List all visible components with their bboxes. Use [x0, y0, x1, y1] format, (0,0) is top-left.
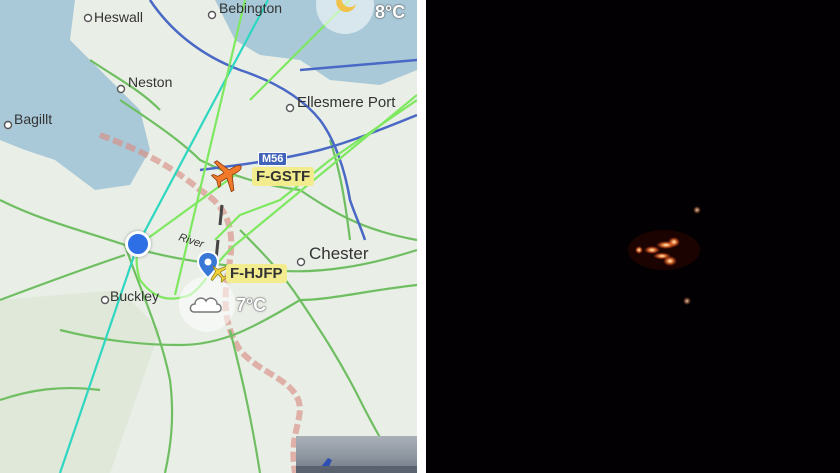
- place-neston: Neston: [128, 74, 172, 90]
- airplane-icon: [210, 160, 242, 192]
- aircraft-marker-f-gstf[interactable]: [207, 156, 249, 192]
- night-sky-photo: [426, 0, 840, 473]
- place-bebington: Bebington: [219, 0, 282, 16]
- map-canvas[interactable]: Heswall Bebington Neston Ellesmere Port …: [0, 0, 417, 473]
- motorway-shield-m56: M56: [258, 152, 288, 166]
- weather-temp-top: 8°C: [375, 2, 406, 22]
- flight-label-f-hjfp[interactable]: F-HJFP: [226, 264, 287, 283]
- flight-map[interactable]: Heswall Bebington Neston Ellesmere Port …: [0, 0, 417, 473]
- light-blob: [663, 256, 677, 266]
- place-chester: Chester: [309, 244, 369, 263]
- place-ellesmere-port: Ellesmere Port: [297, 94, 396, 111]
- weather-bubble-top[interactable]: [316, 0, 374, 34]
- weather-temp-lower: 7°C: [236, 295, 267, 315]
- light-streak: [644, 246, 660, 254]
- place-heswall: Heswall: [94, 9, 143, 25]
- light-point: [635, 246, 643, 254]
- light-blob: [668, 237, 680, 247]
- night-sky-lights: [426, 0, 840, 473]
- aircraft-photo-image: [296, 458, 417, 473]
- place-bagillt: Bagillt: [14, 111, 52, 127]
- flight-label-f-gstf[interactable]: F-GSTF: [252, 167, 315, 186]
- panel-divider: [417, 0, 426, 473]
- user-location-dot: [125, 231, 151, 257]
- moon-cloud-icon: [336, 0, 356, 12]
- place-buckley: Buckley: [110, 288, 159, 304]
- light-point: [683, 297, 691, 305]
- aircraft-photo-thumbnail[interactable]: [296, 436, 417, 473]
- light-point: [693, 206, 701, 214]
